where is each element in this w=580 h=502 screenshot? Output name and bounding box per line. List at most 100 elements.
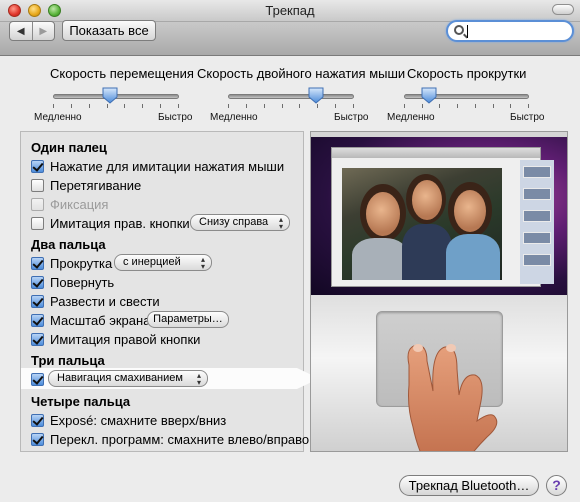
scroll-speed-knob[interactable]: [421, 87, 437, 104]
tap-to-click-label: Нажатие для имитации нажатия мыши: [50, 158, 285, 174]
slider-tick: [178, 104, 179, 108]
preview-menubar: [311, 132, 567, 137]
preview-sidebar: [520, 160, 554, 284]
slider-tick: [421, 104, 423, 108]
show-all-button[interactable]: Показать все: [62, 20, 156, 41]
forward-button[interactable]: ▶: [33, 22, 55, 40]
switch-apps-label: Перекл. программ: смахните влево/вправо: [50, 431, 310, 447]
preview-trackpad-area: [311, 295, 567, 451]
drag-lock-row: Фиксация: [31, 196, 108, 212]
person-shirt: [446, 234, 500, 280]
tracking-speed-slow-label: Медленно: [34, 112, 82, 123]
double-click-speed-track[interactable]: [228, 94, 354, 99]
forward-arrow-icon: ▶: [39, 25, 48, 37]
double-click-speed-fast-label: Быстро: [334, 112, 369, 123]
back-button[interactable]: ◀: [10, 22, 33, 40]
scroll-speed-fast-label: Быстро: [510, 112, 545, 123]
screen-zoom-label: Масштаб экрана: [50, 312, 151, 328]
scroll-inertia-popup[interactable]: с инерцией ▴ ▾: [114, 254, 212, 271]
four-fingers-heading: Четыре пальца: [31, 394, 131, 409]
scroll-speed-ticks: [404, 104, 529, 108]
help-button[interactable]: ?: [546, 475, 567, 496]
secondary-click-row[interactable]: Имитация прав. кнопки: [31, 215, 190, 231]
expose-checkbox[interactable]: [31, 413, 44, 427]
window-title: Трекпад: [265, 3, 315, 18]
slider-tick: [70, 104, 72, 108]
preview-window-bar: [332, 148, 540, 158]
pinch-row[interactable]: Развести и свести: [31, 293, 160, 309]
expose-row[interactable]: Exposé: смахните вверх/вниз: [31, 412, 226, 428]
preview-photo-window: [331, 147, 554, 287]
slider-tick: [228, 104, 229, 108]
scroll-checkbox[interactable]: [31, 256, 44, 270]
slider-tick: [353, 104, 354, 108]
double-click-speed-knob[interactable]: [308, 87, 324, 104]
popup-arrows-icon: ▴ ▾: [196, 371, 201, 387]
swipe-navigation-checkbox[interactable]: [31, 372, 44, 386]
tracking-speed-ticks: [53, 104, 179, 108]
screen-zoom-row[interactable]: Масштаб экрана: [31, 312, 150, 328]
three-fingers-heading: Три пальца: [31, 353, 105, 368]
person-shirt: [352, 238, 408, 280]
drag-lock-label: Фиксация: [50, 196, 109, 212]
secondary-tap-label: Имитация правой кнопки: [50, 331, 201, 347]
rotate-row[interactable]: Повернуть: [31, 274, 114, 290]
dragging-label: Перетягивание: [50, 177, 142, 193]
swipe-navigation-popup[interactable]: Навигация смахиванием ▴ ▾: [48, 370, 208, 387]
scroll-row[interactable]: Прокрутка: [31, 255, 112, 271]
one-finger-heading: Один палец: [31, 140, 107, 155]
pinch-checkbox[interactable]: [31, 294, 44, 308]
secondary-tap-row[interactable]: Имитация правой кнопки: [31, 331, 200, 347]
preview-thumbnail: [523, 188, 551, 200]
zoom-options-button[interactable]: Параметры…: [147, 311, 229, 328]
back-arrow-icon: ◀: [16, 25, 25, 37]
popup-arrows-icon: ▴ ▾: [278, 215, 283, 231]
person-face: [412, 180, 442, 220]
tap-to-click-checkbox[interactable]: [31, 159, 44, 173]
drag-lock-checkbox: [31, 197, 44, 211]
preview-thumbnail: [523, 166, 551, 178]
title-bar: Трекпад: [0, 0, 580, 22]
slider-tick: [335, 104, 337, 108]
tap-to-click-row[interactable]: Нажатие для имитации нажатия мыши: [31, 158, 284, 174]
tracking-speed-title: Скорость перемещения: [50, 66, 194, 81]
secondary-click-checkbox[interactable]: [31, 216, 44, 230]
scroll-speed-title: Скорость прокрутки: [407, 66, 527, 81]
slider-tick: [492, 104, 494, 108]
hand-illustration: [407, 344, 498, 451]
secondary-click-corner-value: Снизу справа: [199, 216, 269, 228]
person-shirt: [402, 224, 452, 280]
double-click-speed-title: Скорость двойного нажатия мыши: [197, 66, 406, 81]
search-icon: [454, 25, 464, 35]
slider-tick: [528, 104, 529, 108]
scroll-label: Прокрутка: [50, 255, 113, 271]
gestures-panel: Один палец Нажатие для имитации нажатия …: [20, 131, 319, 452]
slider-tick: [404, 104, 405, 108]
dragging-row[interactable]: Перетягивание: [31, 177, 141, 193]
bluetooth-trackpad-button[interactable]: Трекпад Bluetooth…: [399, 475, 539, 496]
rotate-checkbox[interactable]: [31, 275, 44, 289]
screen-zoom-checkbox[interactable]: [31, 313, 44, 327]
slider-tick: [53, 104, 54, 108]
secondary-click-corner-popup[interactable]: Снизу справа ▴ ▾: [190, 214, 290, 231]
switch-apps-checkbox[interactable]: [31, 432, 44, 446]
rotate-label: Повернуть: [50, 274, 115, 290]
slider-tick: [160, 104, 162, 108]
back-forward-control: ◀ ▶: [9, 21, 55, 41]
person-face: [454, 190, 486, 232]
slider-tick: [317, 104, 319, 108]
gesture-preview: [310, 131, 568, 452]
slider-tick: [457, 104, 459, 108]
slider-tick: [281, 104, 283, 108]
toolbar-toggle-button[interactable]: [552, 4, 574, 15]
tracking-speed-knob[interactable]: [102, 87, 118, 104]
switch-apps-row[interactable]: Перекл. программ: смахните влево/вправо: [31, 431, 309, 447]
dragging-checkbox[interactable]: [31, 178, 44, 192]
slider-tick: [106, 104, 108, 108]
slider-tick: [245, 104, 247, 108]
secondary-tap-checkbox[interactable]: [31, 332, 44, 346]
search-field[interactable]: [446, 20, 574, 42]
slider-tick: [474, 104, 476, 108]
preview-thumbnail: [523, 254, 551, 266]
scroll-inertia-value: с инерцией: [123, 256, 181, 268]
